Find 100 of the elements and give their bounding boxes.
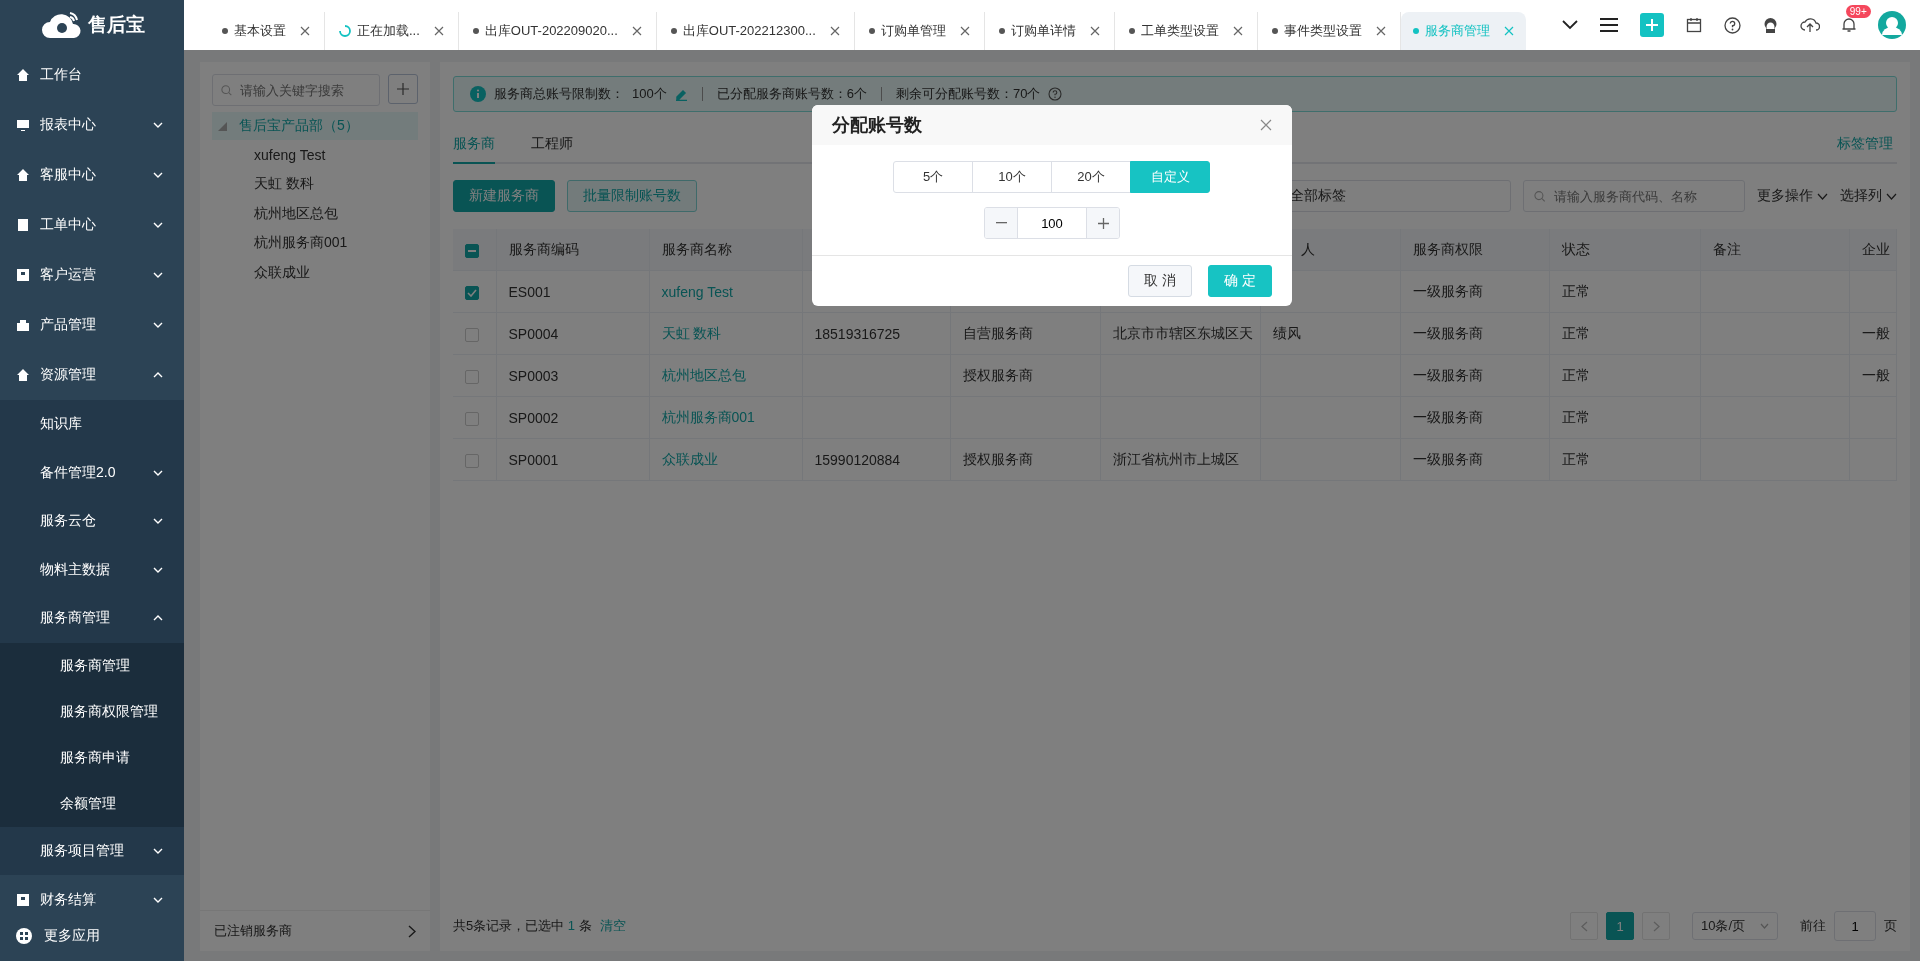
cancel-button[interactable]: 取 消 [1128,265,1192,297]
close-icon[interactable] [1089,26,1100,36]
table-cell: 北京市市辖区东城区天 [1112,324,1253,341]
column-header: 企业 [1861,240,1890,257]
menu-item[interactable]: 工作台 [0,50,184,100]
tree-node[interactable]: 杭州地区总包 [200,199,430,229]
menu-item[interactable]: 服务商申请 [0,734,184,781]
page-suffix: 页 [1884,917,1897,935]
search-input[interactable]: 请输入服务商代码、名称 [1551,187,1734,205]
menu-item[interactable]: 服务项目管理 [0,826,184,875]
help-icon[interactable] [1723,16,1741,34]
close-icon[interactable] [1375,26,1386,36]
search-field[interactable]: 请输入服务商代码、名称 [1523,180,1745,212]
increment-button[interactable] [1087,208,1119,238]
plus-icon [397,83,409,95]
column-header: 状态 [1561,240,1590,257]
calendar-icon[interactable] [1685,17,1702,33]
table-cell: SP0002 [508,409,559,426]
column-select-dropdown[interactable]: 选择列 [1840,187,1897,205]
avatar-icon[interactable] [1877,11,1906,39]
table-cell: 18519316725 [814,325,901,342]
menu-item[interactable]: 报表中心 [0,100,184,150]
menu-item[interactable]: 客户运营 [0,250,184,300]
row-checkbox[interactable] [465,327,479,342]
info-text: 剩余可分配账号数：70个 [895,85,1041,103]
table-cell: 一级服务商 [1412,408,1483,425]
section-tab[interactable]: 工程师 [531,126,573,164]
card-icon [16,268,30,282]
notification-badge: 99+ [1845,5,1871,18]
table-cell: 浙江省杭州市上城区 [1112,450,1239,467]
tree-node[interactable]: 杭州服务商001 [200,228,430,258]
close-icon[interactable] [433,26,444,36]
number-field[interactable]: 100 [1017,208,1087,238]
count-option[interactable]: 10个 [972,161,1052,193]
menu-item[interactable]: 资源管理 [0,350,184,400]
row-checkbox[interactable] [465,285,479,300]
tree-node[interactable]: 众联成业 [200,258,430,288]
close-icon[interactable] [829,26,840,36]
bell-icon[interactable] [1841,17,1856,33]
info-icon [470,86,486,102]
count-option[interactable]: 20个 [1051,161,1131,193]
menu-icon[interactable] [1599,18,1618,32]
house-icon [16,68,30,82]
menu-item[interactable]: 备件管理2.0 [0,448,184,497]
table-cell: ES001 [508,283,551,300]
chevron-down-icon [1817,192,1828,200]
column-header: 服务商名称 [661,240,732,257]
menu-item[interactable]: 客服中心 [0,150,184,200]
search-field[interactable]: 请输入关键字搜索 [212,74,380,106]
dot-icon [1271,28,1278,34]
info-text: 服务商总账号限制数： [494,85,624,103]
close-icon[interactable] [1232,26,1243,36]
chevron-down-icon[interactable] [1561,20,1578,30]
dot-icon [222,28,228,34]
close-icon[interactable] [300,26,310,36]
bag-icon [16,318,30,332]
table-cell: 一级服务商 [1412,324,1483,341]
row-checkbox[interactable] [465,411,479,426]
dot-icon [1412,28,1419,34]
minus-icon [995,222,1007,224]
menu-item[interactable]: 产品管理 [0,300,184,350]
table-cell: 一般 [1861,366,1890,383]
menu-item[interactable]: 知识库 [0,400,184,449]
close-icon[interactable] [1260,119,1272,131]
select-all-checkbox[interactable] [465,243,479,258]
tree-node[interactable]: 天虹 数科 [200,169,430,199]
logo-text: 售后宝 [87,13,145,37]
minus-icon [468,249,476,252]
table-cell: 授权服务商 [962,450,1033,467]
dialog-title: 分配账号数 [832,114,922,137]
search-input[interactable]: 请输入关键字搜索 [238,81,371,99]
chevron-right-icon [1652,920,1660,932]
close-icon[interactable] [959,26,970,36]
menu-item[interactable]: 财务结算 [0,875,184,911]
more-actions-dropdown[interactable]: 更多操作 [1757,187,1828,205]
count-option[interactable]: 5个 [893,161,973,193]
row-checkbox[interactable] [465,369,479,384]
search-icon [1534,189,1546,203]
dot-icon [998,28,1005,34]
menu-item[interactable]: 服务商权限管理 [0,688,184,735]
cloud-upload-icon[interactable] [1799,17,1820,33]
number-stepper[interactable]: 100 [984,207,1120,239]
check-icon [467,288,477,297]
page-number-field[interactable]: 1 [1834,911,1876,941]
close-icon[interactable] [631,26,642,36]
menu-item[interactable]: 服务云仓 [0,497,184,546]
deregistered-link[interactable]: 已注销服务商 [200,910,430,951]
menu-item[interactable]: 工单中心 [0,200,184,250]
table-cell: SP0003 [508,367,559,384]
menu-item[interactable]: 服务商管理 [0,642,184,689]
menu-item[interactable]: 余额管理 [0,780,184,827]
menu-item[interactable]: 物料主数据 [0,545,184,594]
dot-icon [868,28,875,34]
table-cell: 正常 [1561,366,1590,383]
row-checkbox[interactable] [465,453,479,468]
chevron-down-icon [1886,192,1897,200]
menu-item[interactable]: 服务商管理 [0,594,184,643]
tree-node[interactable]: xufeng Test [200,140,430,170]
table-cell: 一级服务商 [1412,366,1483,383]
page-size-select[interactable]: 10条/页 [1692,912,1778,940]
